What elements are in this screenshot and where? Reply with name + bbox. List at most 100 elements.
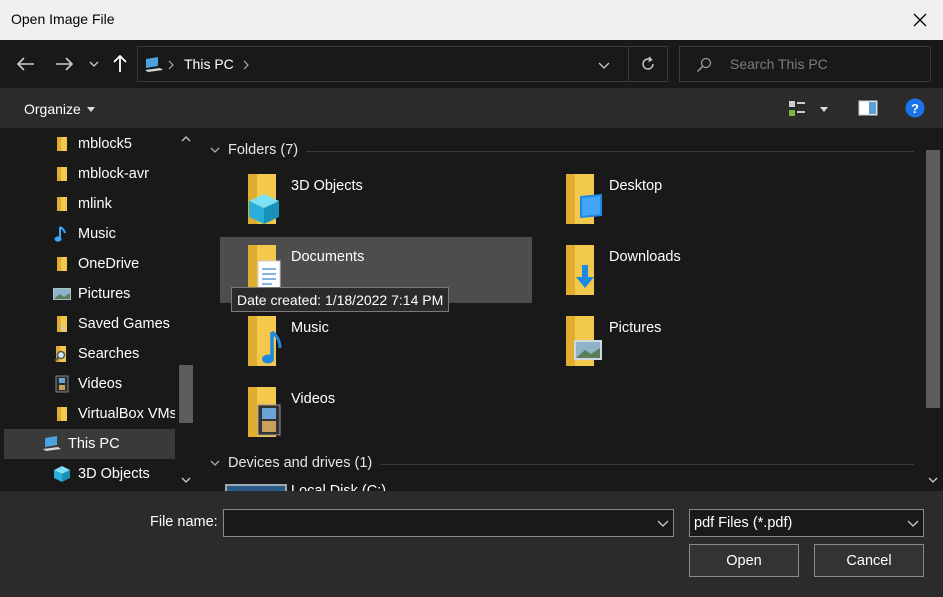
help-icon: ? [905, 98, 925, 118]
tree-item-label: Pictures [78, 286, 131, 302]
command-toolbar: Organize ? [0, 88, 943, 128]
desktop-folder-icon [566, 174, 602, 224]
folder-icon [52, 404, 72, 424]
saved-games-icon [52, 314, 72, 334]
chevron-down-icon [89, 61, 99, 67]
tree-item-label: VirtualBox VMs [78, 406, 175, 422]
folder-label: 3D Objects [291, 178, 363, 194]
window-title: Open Image File [11, 11, 115, 27]
drives-group-header[interactable]: Devices and drives (1) [210, 455, 372, 471]
this-pc-icon [145, 57, 163, 72]
refresh-button[interactable] [629, 47, 667, 81]
folder-label: Music [291, 320, 329, 336]
tree-item-this-pc[interactable]: This PC [4, 429, 175, 459]
chevron-right-icon [168, 60, 174, 70]
organize-label: Organize [24, 101, 81, 117]
tree-item-onedrive[interactable]: OneDrive [4, 249, 175, 279]
change-view-button[interactable] [788, 98, 834, 120]
tree-item-label: Searches [78, 346, 140, 362]
tooltip: Date created: 1/18/2022 7:14 PM [231, 287, 450, 312]
address-dropdown-icon [598, 62, 610, 69]
organize-button[interactable]: Organize [24, 101, 95, 117]
group-divider [380, 464, 914, 465]
folder-icon [52, 164, 72, 184]
this-pc-icon [42, 434, 62, 454]
search-box[interactable]: Search This PC [679, 46, 931, 82]
folder-icon [52, 254, 72, 274]
preview-pane-icon [858, 100, 878, 116]
folder-icon [52, 194, 72, 214]
tree-item-searches[interactable]: Searches [4, 339, 175, 369]
tree-item-music[interactable]: Music [4, 219, 175, 249]
folder-icon [52, 134, 72, 154]
searches-icon [52, 344, 72, 364]
music-folder-icon [248, 316, 282, 366]
group-divider [306, 151, 914, 152]
help-button[interactable]: ? [905, 98, 925, 123]
folder-tile-pictures[interactable]: Pictures [538, 308, 850, 374]
chevron-right-icon [243, 60, 249, 70]
view-options-icon [789, 101, 805, 116]
close-icon [913, 13, 927, 27]
folder-label: Documents [291, 249, 365, 265]
3d-objects-icon [52, 464, 72, 484]
tree-item-label: Music [78, 226, 116, 242]
chevron-down-icon [210, 147, 220, 153]
address-location[interactable]: This PC [184, 56, 234, 72]
preview-pane-button[interactable] [858, 100, 878, 121]
arrow-right-icon [56, 57, 73, 71]
file-type-select[interactable]: pdf Files (*.pdf) [689, 509, 924, 537]
folder-label: Videos [291, 391, 336, 407]
drive-tile-local-disk[interactable]: Local Disk (C:) [220, 478, 532, 491]
cancel-button[interactable]: Cancel [814, 544, 924, 577]
title-bar: Open Image File [0, 0, 943, 40]
tree-item-label: Videos [78, 376, 123, 392]
hard-drive-icon [225, 484, 287, 491]
up-button[interactable] [108, 52, 132, 76]
folder-tile-3d-objects[interactable]: 3D Objects [220, 166, 532, 232]
music-note-icon [52, 224, 72, 244]
tree-item-pictures[interactable]: Pictures [4, 279, 175, 309]
tree-item-mblock-avr[interactable]: mblock-avr [4, 159, 175, 189]
downloads-folder-icon [566, 245, 594, 295]
forward-button[interactable] [52, 52, 76, 76]
folder-tile-videos[interactable]: Videos [220, 379, 532, 445]
tree-item-label: mblock5 [78, 136, 132, 152]
caret-down-icon [86, 106, 95, 112]
tree-item-label: mblock-avr [78, 166, 149, 182]
folders-group-title: Folders (7) [228, 142, 299, 158]
tree-item-videos[interactable]: Videos [4, 369, 175, 399]
navigation-bar: This PC Search This PC [0, 40, 943, 88]
folders-group-header[interactable]: Folders (7) [210, 142, 298, 158]
arrow-up-icon [113, 55, 127, 72]
videos-folder-icon [248, 387, 281, 437]
tree-item-label: Saved Games [78, 316, 170, 332]
tree-item-3d-objects[interactable]: 3D Objects [4, 459, 175, 489]
folder-tile-downloads[interactable]: Downloads [538, 237, 850, 303]
file-name-label: File name: [150, 514, 218, 530]
tree-item-saved-games[interactable]: Saved Games [4, 309, 175, 339]
chevron-down-icon [657, 520, 669, 527]
content-scrollbar[interactable] [923, 128, 943, 491]
tree-item-virtualbox-vms[interactable]: VirtualBox VMs [4, 399, 175, 429]
search-placeholder[interactable]: Search This PC [730, 56, 828, 72]
navigation-scrollbar[interactable] [176, 128, 198, 491]
folder-tile-desktop[interactable]: Desktop [538, 166, 850, 232]
scroll-down-icon [928, 477, 938, 483]
scrollbar-thumb[interactable] [926, 150, 940, 408]
folder-label: Desktop [609, 178, 663, 194]
scrollbar-thumb[interactable] [179, 365, 193, 423]
recent-locations-button[interactable] [84, 52, 104, 76]
caret-down-icon [820, 106, 828, 112]
chevron-down-icon [210, 460, 220, 466]
open-button[interactable]: Open [689, 544, 799, 577]
folder-tile-music[interactable]: Music [220, 308, 532, 374]
address-bar[interactable]: This PC [137, 46, 668, 82]
pictures-icon [52, 284, 72, 304]
close-button[interactable] [897, 0, 943, 40]
tree-item-mlink[interactable]: mlink [4, 189, 175, 219]
file-name-input[interactable] [223, 509, 674, 537]
drives-group-title: Devices and drives (1) [228, 455, 373, 471]
back-button[interactable] [14, 52, 38, 76]
tree-item-mblock5[interactable]: mblock5 [4, 129, 175, 159]
